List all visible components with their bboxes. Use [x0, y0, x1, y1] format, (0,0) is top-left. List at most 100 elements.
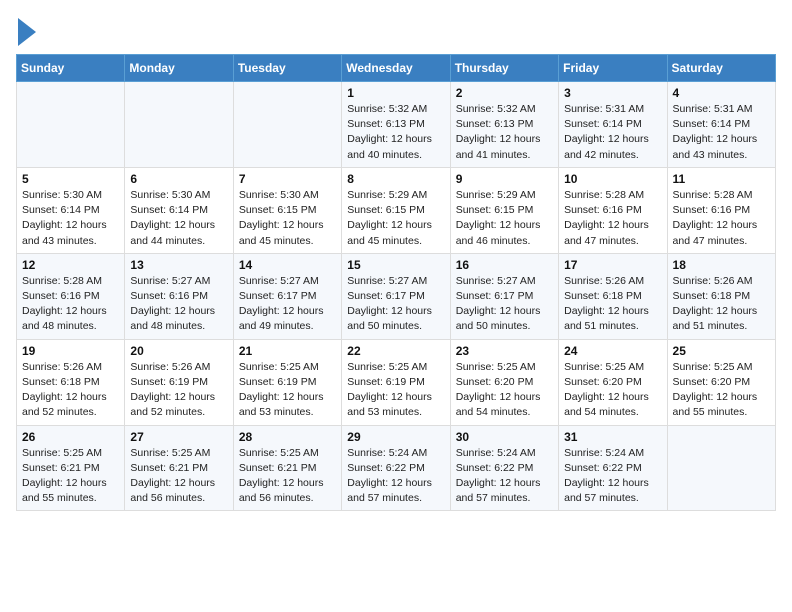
day-number: 22: [347, 344, 444, 358]
day-number: 10: [564, 172, 661, 186]
day-info: Sunrise: 5:28 AM Sunset: 6:16 PM Dayligh…: [673, 188, 770, 249]
calendar-cell: 30Sunrise: 5:24 AM Sunset: 6:22 PM Dayli…: [450, 425, 558, 511]
day-info: Sunrise: 5:29 AM Sunset: 6:15 PM Dayligh…: [456, 188, 553, 249]
day-info: Sunrise: 5:31 AM Sunset: 6:14 PM Dayligh…: [564, 102, 661, 163]
day-number: 7: [239, 172, 336, 186]
day-number: 31: [564, 430, 661, 444]
calendar-cell: 3 Sunrise: 5:31 AM Sunset: 6:14 PM Daylig…: [559, 82, 667, 168]
day-info: Sunrise: 5:26 AM Sunset: 6:19 PM Dayligh…: [130, 360, 227, 421]
day-number: 2: [456, 86, 553, 100]
day-info: Sunrise: 5:25 AM Sunset: 6:20 PM Dayligh…: [564, 360, 661, 421]
day-number: 8: [347, 172, 444, 186]
calendar-cell: [17, 82, 125, 168]
day-info: Sunrise: 5:24 AM Sunset: 6:22 PM Dayligh…: [347, 446, 444, 507]
day-info: Sunrise: 5:27 AM Sunset: 6:17 PM Dayligh…: [456, 274, 553, 335]
day-number: 3: [564, 86, 661, 100]
day-info: Sunrise: 5:24 AM Sunset: 6:22 PM Dayligh…: [564, 446, 661, 507]
calendar-cell: 16 Sunrise: 5:27 AM Sunset: 6:17 PM Dayli…: [450, 253, 558, 339]
weekday-header-friday: Friday: [559, 55, 667, 82]
calendar-cell: 2 Sunrise: 5:32 AM Sunset: 6:13 PM Daylig…: [450, 82, 558, 168]
day-number: 30: [456, 430, 553, 444]
day-info: Sunrise: 5:26 AM Sunset: 6:18 PM Dayligh…: [22, 360, 119, 421]
weekday-header-sunday: Sunday: [17, 55, 125, 82]
day-number: 21: [239, 344, 336, 358]
day-number: 9: [456, 172, 553, 186]
calendar-cell: 25Sunrise: 5:25 AM Sunset: 6:20 PM Dayli…: [667, 339, 775, 425]
day-info: Sunrise: 5:30 AM Sunset: 6:14 PM Dayligh…: [130, 188, 227, 249]
weekday-header-tuesday: Tuesday: [233, 55, 341, 82]
day-info: Sunrise: 5:32 AM Sunset: 6:13 PM Dayligh…: [456, 102, 553, 163]
calendar-cell: 15Sunrise: 5:27 AM Sunset: 6:17 PM Dayli…: [342, 253, 450, 339]
day-number: 18: [673, 258, 770, 272]
calendar-week-row: 12 Sunrise: 5:28 AM Sunset: 6:16 PM Dayli…: [17, 253, 776, 339]
calendar-week-row: 19 Sunrise: 5:26 AM Sunset: 6:18 PM Dayli…: [17, 339, 776, 425]
day-number: 16: [456, 258, 553, 272]
page-header: [16, 16, 776, 46]
day-info: Sunrise: 5:32 AM Sunset: 6:13 PM Dayligh…: [347, 102, 444, 163]
calendar-cell: 10 Sunrise: 5:28 AM Sunset: 6:16 PM Dayli…: [559, 167, 667, 253]
calendar-cell: 18 Sunrise: 5:26 AM Sunset: 6:18 PM Dayli…: [667, 253, 775, 339]
calendar-header-row: SundayMondayTuesdayWednesdayThursdayFrid…: [17, 55, 776, 82]
day-number: 1: [347, 86, 444, 100]
weekday-header-saturday: Saturday: [667, 55, 775, 82]
calendar-cell: 4Sunrise: 5:31 AM Sunset: 6:14 PM Daylig…: [667, 82, 775, 168]
calendar-cell: 12 Sunrise: 5:28 AM Sunset: 6:16 PM Dayli…: [17, 253, 125, 339]
calendar-cell: [233, 82, 341, 168]
calendar-week-row: 5 Sunrise: 5:30 AM Sunset: 6:14 PM Daylig…: [17, 167, 776, 253]
logo-arrow-icon: [18, 18, 36, 46]
day-number: 25: [673, 344, 770, 358]
calendar-cell: 13 Sunrise: 5:27 AM Sunset: 6:16 PM Dayli…: [125, 253, 233, 339]
day-number: 29: [347, 430, 444, 444]
day-number: 5: [22, 172, 119, 186]
day-number: 19: [22, 344, 119, 358]
day-info: Sunrise: 5:25 AM Sunset: 6:20 PM Dayligh…: [456, 360, 553, 421]
calendar-cell: 29 Sunrise: 5:24 AM Sunset: 6:22 PM Dayli…: [342, 425, 450, 511]
day-info: Sunrise: 5:27 AM Sunset: 6:17 PM Dayligh…: [239, 274, 336, 335]
day-number: 26: [22, 430, 119, 444]
day-number: 17: [564, 258, 661, 272]
calendar-cell: 7Sunrise: 5:30 AM Sunset: 6:15 PM Daylig…: [233, 167, 341, 253]
calendar-cell: 19 Sunrise: 5:26 AM Sunset: 6:18 PM Dayli…: [17, 339, 125, 425]
calendar-cell: 9 Sunrise: 5:29 AM Sunset: 6:15 PM Daylig…: [450, 167, 558, 253]
day-info: Sunrise: 5:25 AM Sunset: 6:19 PM Dayligh…: [347, 360, 444, 421]
logo: [16, 16, 36, 46]
day-number: 14: [239, 258, 336, 272]
day-info: Sunrise: 5:27 AM Sunset: 6:16 PM Dayligh…: [130, 274, 227, 335]
calendar-cell: [667, 425, 775, 511]
calendar-cell: 11 Sunrise: 5:28 AM Sunset: 6:16 PM Dayli…: [667, 167, 775, 253]
calendar-cell: 20 Sunrise: 5:26 AM Sunset: 6:19 PM Dayli…: [125, 339, 233, 425]
day-info: Sunrise: 5:28 AM Sunset: 6:16 PM Dayligh…: [22, 274, 119, 335]
weekday-header-wednesday: Wednesday: [342, 55, 450, 82]
day-number: 28: [239, 430, 336, 444]
calendar-week-row: 26 Sunrise: 5:25 AM Sunset: 6:21 PM Dayli…: [17, 425, 776, 511]
calendar-cell: 21 Sunrise: 5:25 AM Sunset: 6:19 PM Dayli…: [233, 339, 341, 425]
day-number: 27: [130, 430, 227, 444]
weekday-header-thursday: Thursday: [450, 55, 558, 82]
day-number: 13: [130, 258, 227, 272]
calendar-week-row: 1 Sunrise: 5:32 AM Sunset: 6:13 PM Daylig…: [17, 82, 776, 168]
day-info: Sunrise: 5:28 AM Sunset: 6:16 PM Dayligh…: [564, 188, 661, 249]
day-info: Sunrise: 5:26 AM Sunset: 6:18 PM Dayligh…: [564, 274, 661, 335]
calendar-cell: 22 Sunrise: 5:25 AM Sunset: 6:19 PM Dayli…: [342, 339, 450, 425]
calendar-cell: 26Sunrise: 5:25 AM Sunset: 6:21 PM Dayli…: [17, 425, 125, 511]
day-number: 24: [564, 344, 661, 358]
calendar-cell: 17 Sunrise: 5:26 AM Sunset: 6:18 PM Dayli…: [559, 253, 667, 339]
day-info: Sunrise: 5:25 AM Sunset: 6:21 PM Dayligh…: [130, 446, 227, 507]
day-number: 12: [22, 258, 119, 272]
calendar-table: SundayMondayTuesdayWednesdayThursdayFrid…: [16, 54, 776, 511]
calendar-cell: 31 Sunrise: 5:24 AM Sunset: 6:22 PM Dayli…: [559, 425, 667, 511]
day-info: Sunrise: 5:27 AM Sunset: 6:17 PM Dayligh…: [347, 274, 444, 335]
day-info: Sunrise: 5:31 AM Sunset: 6:14 PM Dayligh…: [673, 102, 770, 163]
calendar-cell: 8 Sunrise: 5:29 AM Sunset: 6:15 PM Daylig…: [342, 167, 450, 253]
day-number: 11: [673, 172, 770, 186]
calendar-cell: [125, 82, 233, 168]
calendar-cell: 6Sunrise: 5:30 AM Sunset: 6:14 PM Daylig…: [125, 167, 233, 253]
day-info: Sunrise: 5:25 AM Sunset: 6:19 PM Dayligh…: [239, 360, 336, 421]
day-info: Sunrise: 5:29 AM Sunset: 6:15 PM Dayligh…: [347, 188, 444, 249]
day-info: Sunrise: 5:30 AM Sunset: 6:14 PM Dayligh…: [22, 188, 119, 249]
calendar-cell: 5 Sunrise: 5:30 AM Sunset: 6:14 PM Daylig…: [17, 167, 125, 253]
day-info: Sunrise: 5:26 AM Sunset: 6:18 PM Dayligh…: [673, 274, 770, 335]
calendar-cell: 14 Sunrise: 5:27 AM Sunset: 6:17 PM Dayli…: [233, 253, 341, 339]
calendar-cell: 1 Sunrise: 5:32 AM Sunset: 6:13 PM Daylig…: [342, 82, 450, 168]
day-number: 20: [130, 344, 227, 358]
